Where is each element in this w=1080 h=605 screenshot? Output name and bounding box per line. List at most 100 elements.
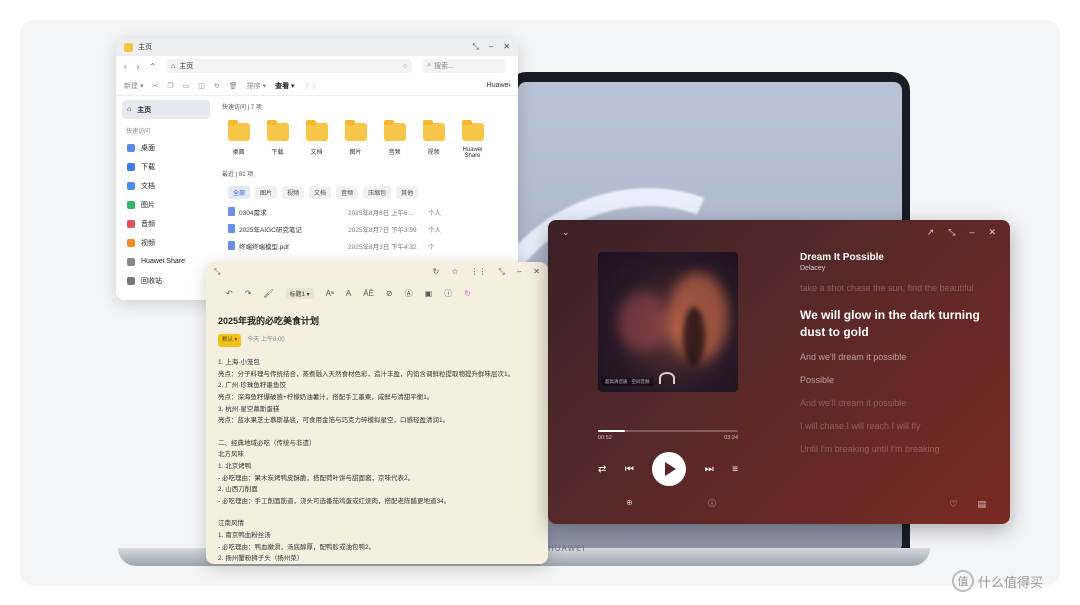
minimize-button[interactable]: – (489, 42, 493, 52)
filter-chip[interactable]: 音频 (336, 186, 359, 199)
folder-icon (267, 120, 289, 141)
forward-button[interactable]: › (137, 62, 140, 71)
sidebar-item-label: 下载 (141, 163, 155, 171)
lyrics-toggle-icon[interactable]: ▤ (977, 499, 986, 510)
note-line: - 必吃理由：鸭血嫩滑，汤底醇厚，配鸭胗或油包鸭2。 (218, 543, 376, 551)
sidebar-item[interactable]: 音频 (122, 214, 210, 233)
minimize-button[interactable]: – (969, 227, 974, 238)
delete-icon[interactable]: 🗑 (229, 82, 238, 90)
sidebar-item[interactable]: 图片 (122, 195, 210, 214)
minimize-button[interactable]: – (517, 267, 521, 277)
info-icon[interactable]: ⓘ (444, 288, 452, 299)
repeat-icon[interactable]: ⇄ (598, 464, 606, 475)
note-body[interactable]: 2025年我的必吃美食计划 默认 ▾ 今天 上午8:00 1. 上海·小笼包 亮点… (206, 304, 548, 564)
back-button[interactable]: ‹ (124, 62, 127, 71)
filter-chip[interactable]: 其他 (396, 186, 419, 199)
folder-label: 音频 (388, 150, 401, 156)
filter-chip[interactable]: 全部 (228, 186, 251, 199)
playlist-icon[interactable]: ≡ (732, 464, 738, 475)
info-icon[interactable]: ⓘ (708, 498, 716, 509)
folder-item[interactable]: 音频 (384, 120, 406, 159)
sidebar-item-icon (127, 219, 135, 228)
sort-button[interactable]: 排序 ▾ (247, 81, 266, 91)
filter-chip[interactable]: 图片 (255, 186, 278, 199)
paste-icon[interactable]: ▭ (183, 82, 190, 90)
star-icon[interactable]: ☆ (451, 267, 458, 277)
sync-icon[interactable]: ↻ (464, 289, 471, 298)
refresh-icon[interactable]: ○ (403, 63, 407, 70)
more-icon[interactable]: ⋮⋮ (304, 82, 318, 90)
address-input[interactable]: ⌂ 主页 ○ (166, 59, 413, 73)
folder-item[interactable]: Huawei Share (462, 120, 484, 159)
sidebar-item-label: 主页 (137, 106, 152, 114)
share-icon[interactable]: ↗ (927, 227, 935, 238)
sidebar-item[interactable]: 文档 (122, 176, 210, 195)
text-format-icon[interactable]: ĀĒ (363, 289, 374, 298)
sidebar-item[interactable]: 视频 (122, 233, 210, 252)
play-button[interactable] (652, 452, 687, 486)
document-icon (228, 241, 235, 250)
restore-button[interactable]: ⤡ (948, 227, 955, 238)
redo-icon[interactable]: ↷ (245, 289, 252, 298)
image-icon[interactable]: ▣ (425, 289, 433, 298)
share-icon[interactable]: ↻ (433, 267, 440, 277)
filter-chip[interactable]: 文档 (309, 186, 332, 199)
close-button[interactable]: ✕ (533, 267, 540, 277)
folder-item[interactable]: 文档 (306, 120, 328, 159)
close-button[interactable]: ✕ (988, 227, 996, 238)
folder-item[interactable]: 下载 (267, 120, 289, 159)
file-row[interactable]: 0304需求 2025年8月8日 上午6:... 个人 (228, 203, 510, 220)
sidebar-item-home[interactable]: ⌂ 主页 (122, 100, 210, 119)
sidebar-item[interactable]: 下载 (122, 157, 210, 176)
heading-style-select[interactable]: 标题1 ▾ (285, 287, 314, 299)
huawei-logo-icon (659, 372, 675, 384)
sidebar-item[interactable]: Huawei Share (122, 252, 210, 271)
collapse-chevron-icon[interactable]: ⌄ (562, 227, 570, 238)
folder-icon (345, 120, 367, 141)
folder-icon (423, 120, 445, 141)
close-button[interactable]: ✕ (503, 42, 510, 52)
file-toolbar: 新建 ▾ ✂ ❐ ▭ ◫ ↻ 🗑 排序 ▾ 查看 ▾ ⋮⋮ Huawei (116, 76, 518, 96)
window-title: 主页 (138, 44, 152, 51)
collapse-icon[interactable]: ⤡ (214, 267, 220, 277)
favorite-icon[interactable]: ♡ (949, 499, 957, 510)
category-tag[interactable]: 默认 ▾ (218, 333, 242, 348)
cut-icon[interactable]: ✂ (152, 82, 158, 90)
search-input[interactable]: ⌕ 搜索... (422, 59, 507, 73)
font-color-icon[interactable]: A (346, 289, 351, 298)
copy-icon[interactable]: ❐ (167, 82, 173, 90)
sidebar-item[interactable]: 回收站 (122, 271, 210, 290)
filter-chip[interactable]: 压缩包 (363, 186, 392, 199)
folder-item[interactable]: 桌面 (228, 120, 250, 159)
format-painter-icon[interactable]: 🖌 (263, 289, 273, 298)
view-button[interactable]: 查看 ▾ (275, 81, 294, 91)
restore-button[interactable]: ⤡ (498, 267, 504, 277)
next-icon[interactable]: ⏭ (705, 464, 714, 475)
details-pane-button[interactable]: Huawei (487, 82, 510, 89)
share-icon[interactable]: ↻ (214, 82, 220, 90)
font-size-icon[interactable]: Aᵃ (326, 289, 334, 298)
folder-item[interactable]: 图片 (345, 120, 367, 159)
new-button[interactable]: 新建 ▾ (124, 81, 143, 91)
restore-button[interactable]: ⤡ (472, 42, 478, 52)
progress-bar[interactable] (598, 430, 738, 432)
watermark: 值 什么值得买 (952, 570, 1043, 592)
folder-label: 下载 (271, 150, 284, 156)
rename-icon[interactable]: ◫ (198, 82, 205, 90)
file-row[interactable]: 2025年AIGC研究笔记 2025年8月7日 下午3:59 个人 (228, 220, 510, 237)
ai-icon[interactable]: Ⓐ (405, 288, 413, 299)
folder-icon (306, 120, 328, 141)
grid-icon[interactable]: ⋮⋮ (470, 267, 486, 277)
file-row[interactable]: 终端终端模型.pdf 2025年8月3日 下午4:32 个 (228, 237, 510, 254)
sidebar-item[interactable]: 桌面 (122, 138, 210, 157)
up-button[interactable]: ⌃ (149, 62, 156, 71)
previous-icon[interactable]: ⏮ (625, 464, 634, 475)
note-line: 2. 山西刀削面 (218, 486, 258, 494)
folder-item[interactable]: 视频 (423, 120, 445, 159)
play-icon (665, 462, 677, 476)
filter-chip[interactable]: 视频 (282, 186, 305, 199)
undo-icon[interactable]: ↶ (226, 289, 233, 298)
download-icon[interactable]: ⊕ (626, 498, 633, 509)
notes-window: ⤡ ↻ ☆ ⋮⋮ ⤡ – ✕ ↶ ↷ 🖌 标题1 ▾ Aᵃ A ĀĒ ⊘ Ⓐ ▣… (206, 262, 548, 564)
checklist-icon[interactable]: ⊘ (386, 289, 393, 298)
